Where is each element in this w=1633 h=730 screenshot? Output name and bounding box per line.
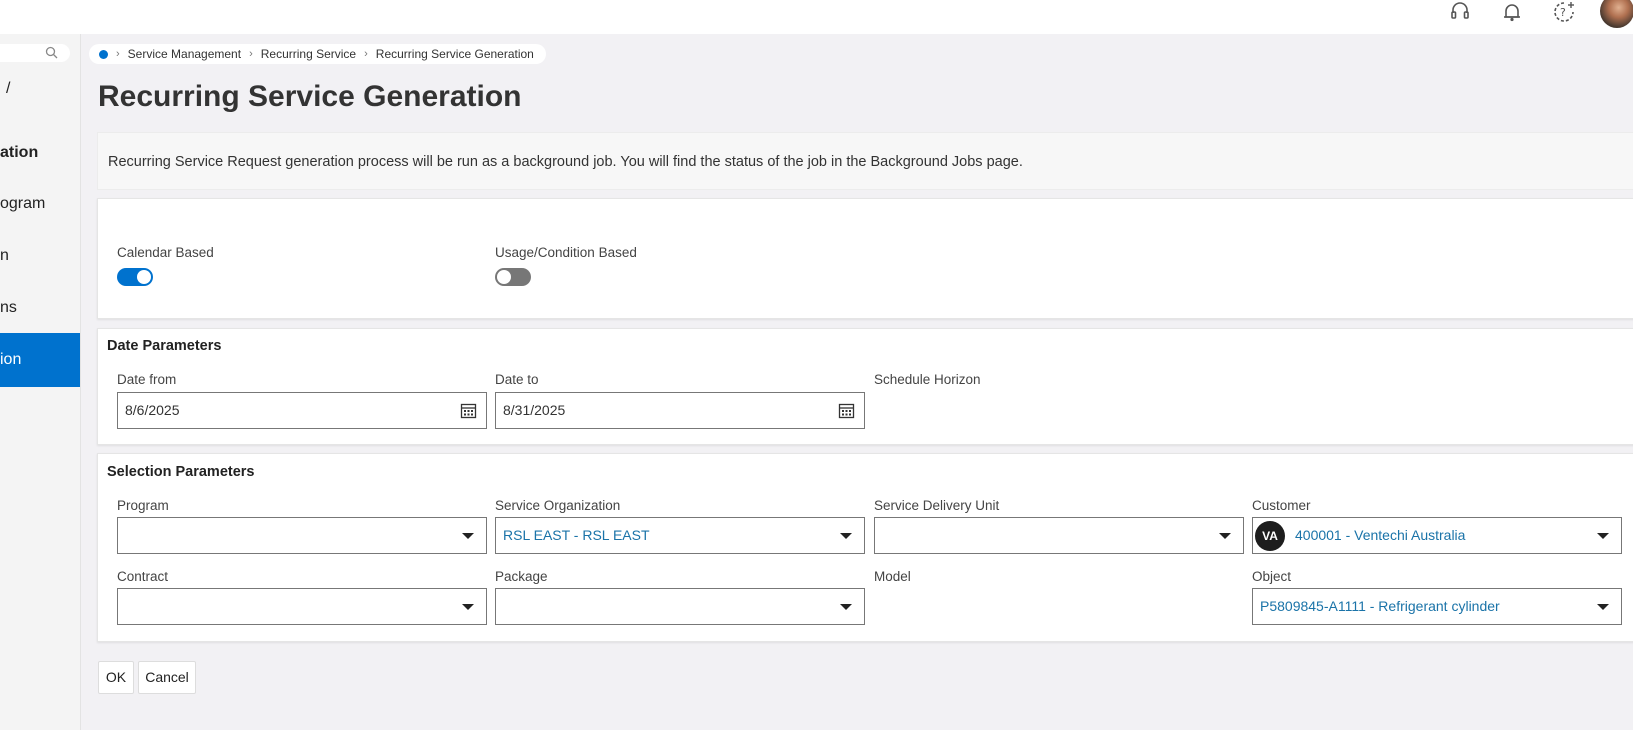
user-avatar[interactable]: [1600, 0, 1633, 28]
top-bar: ?: [0, 0, 1633, 34]
program-select[interactable]: [117, 517, 487, 554]
info-banner: Recurring Service Request generation pro…: [97, 132, 1633, 190]
sidebar-item-generation[interactable]: ation: [0, 144, 38, 162]
sidebar-item-active-label: ion: [0, 351, 22, 368]
date-from-field[interactable]: 8/6/2025: [117, 392, 487, 429]
chevron-down-icon[interactable]: [462, 604, 474, 610]
home-dot-icon[interactable]: [99, 49, 108, 59]
date-to-field[interactable]: 8/31/2025: [495, 392, 865, 429]
service-delivery-unit-select[interactable]: [874, 517, 1244, 554]
program-label: Program: [117, 498, 169, 513]
usage-based-label: Usage/Condition Based: [495, 245, 637, 260]
date-parameters-card: Date Parameters Date from 8/6/2025 Date …: [97, 328, 1633, 445]
model-label: Model: [874, 569, 911, 584]
object-label: Object: [1252, 569, 1292, 584]
package-select[interactable]: [495, 588, 865, 625]
selection-parameters-card: Selection Parameters Program Service Org…: [97, 453, 1633, 642]
chevron-down-icon[interactable]: [1219, 533, 1231, 539]
cancel-button[interactable]: Cancel: [138, 661, 196, 694]
breadcrumb-item-service-management[interactable]: Service Management: [128, 47, 241, 61]
toggle-knob: [497, 270, 511, 284]
chevron-down-icon[interactable]: [840, 604, 852, 610]
object-value[interactable]: P5809845-A1111 - Refrigerant cylinder: [1260, 598, 1500, 614]
calendar-icon[interactable]: [460, 402, 477, 422]
usage-based-toggle[interactable]: [495, 268, 531, 286]
toggle-knob: [137, 270, 151, 284]
contract-label: Contract: [117, 569, 169, 584]
top-icon-group: ?: [1448, 0, 1576, 24]
sidebar-search[interactable]: [0, 44, 70, 62]
calendar-based-label: Calendar Based: [117, 245, 214, 260]
chevron-down-icon[interactable]: [840, 533, 852, 539]
sidebar-item-4[interactable]: ns: [0, 299, 17, 317]
bell-icon[interactable]: [1500, 0, 1524, 24]
calendar-icon[interactable]: [838, 402, 855, 422]
chevron-down-icon[interactable]: [462, 533, 474, 539]
sidebar-item-path[interactable]: /: [6, 80, 10, 98]
sidebar-item-active[interactable]: ion: [0, 333, 80, 387]
breadcrumb-item-current: Recurring Service Generation: [375, 47, 534, 61]
service-organization-select[interactable]: RSL EAST - RSL EAST: [495, 517, 865, 554]
contract-select[interactable]: [117, 588, 487, 625]
options-card: Calendar Based Usage/Condition Based: [97, 198, 1633, 319]
package-label: Package: [495, 569, 548, 584]
svg-text:?: ?: [1560, 6, 1566, 19]
sidebar-item-program[interactable]: ogram: [0, 195, 45, 213]
chevron-down-icon[interactable]: [1597, 604, 1609, 610]
chevron-right-icon: ›: [364, 48, 368, 60]
customer-select[interactable]: VA 400001 - Ventechi Australia: [1252, 517, 1622, 554]
date-from-label: Date from: [117, 372, 177, 387]
chevron-right-icon: ›: [249, 48, 253, 60]
chevron-right-icon: ›: [116, 48, 120, 60]
schedule-horizon-label: Schedule Horizon: [874, 372, 981, 387]
breadcrumb: › Service Management › Recurring Service…: [89, 44, 546, 64]
date-from-value: 8/6/2025: [125, 402, 180, 418]
search-icon[interactable]: [45, 46, 58, 64]
selection-parameters-title: Selection Parameters: [107, 464, 255, 480]
chevron-down-icon[interactable]: [1597, 533, 1609, 539]
date-to-label: Date to: [495, 372, 539, 387]
object-select[interactable]: P5809845-A1111 - Refrigerant cylinder: [1252, 588, 1622, 625]
date-parameters-title: Date Parameters: [107, 338, 222, 354]
customer-label: Customer: [1252, 498, 1311, 513]
service-delivery-unit-label: Service Delivery Unit: [874, 498, 1000, 513]
page-title: Recurring Service Generation: [98, 80, 522, 113]
sidebar-item-3[interactable]: n: [0, 247, 9, 265]
calendar-based-toggle[interactable]: [117, 268, 153, 286]
help-icon[interactable]: ?: [1552, 0, 1576, 24]
customer-value[interactable]: 400001 - Ventechi Australia: [1295, 527, 1465, 543]
sidebar: / ation ogram n ns ion: [0, 34, 81, 730]
date-to-value: 8/31/2025: [503, 402, 566, 418]
service-organization-value[interactable]: RSL EAST - RSL EAST: [503, 527, 650, 543]
ok-button[interactable]: OK: [98, 661, 134, 694]
service-organization-label: Service Organization: [495, 498, 621, 513]
headset-icon[interactable]: [1448, 0, 1472, 24]
customer-avatar: VA: [1255, 521, 1285, 551]
breadcrumb-item-recurring-service[interactable]: Recurring Service: [261, 47, 356, 61]
